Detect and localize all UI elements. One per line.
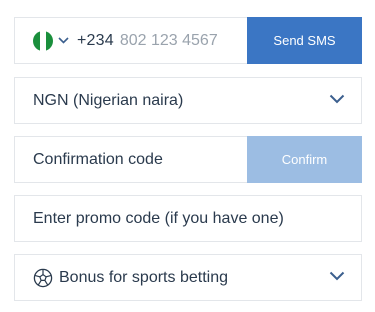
send-sms-button[interactable]: Send SMS: [247, 17, 362, 64]
nigeria-flag-icon[interactable]: [33, 30, 53, 51]
bonus-selected-value: Bonus for sports betting: [59, 268, 228, 286]
chevron-down-icon: [329, 94, 345, 104]
confirmation-code-field[interactable]: Confirmation code Confirm: [14, 136, 362, 183]
promo-code-field[interactable]: Enter promo code (if you have one): [14, 195, 362, 242]
chevron-down-icon: [329, 271, 345, 281]
phone-input[interactable]: [119, 31, 230, 50]
promo-code-placeholder: Enter promo code (if you have one): [33, 209, 284, 227]
bonus-select[interactable]: Bonus for sports betting: [14, 254, 362, 301]
confirm-button[interactable]: Confirm: [247, 136, 362, 183]
currency-selected-value: NGN (Nigerian naira): [33, 91, 184, 109]
phone-number-field: +234 Send SMS: [14, 17, 362, 64]
currency-select[interactable]: NGN (Nigerian naira): [14, 77, 362, 124]
chevron-down-icon[interactable]: [58, 37, 69, 44]
soccer-ball-icon: [33, 268, 53, 287]
confirmation-code-placeholder: Confirmation code: [33, 150, 163, 168]
country-dial-code: +234: [77, 31, 114, 49]
